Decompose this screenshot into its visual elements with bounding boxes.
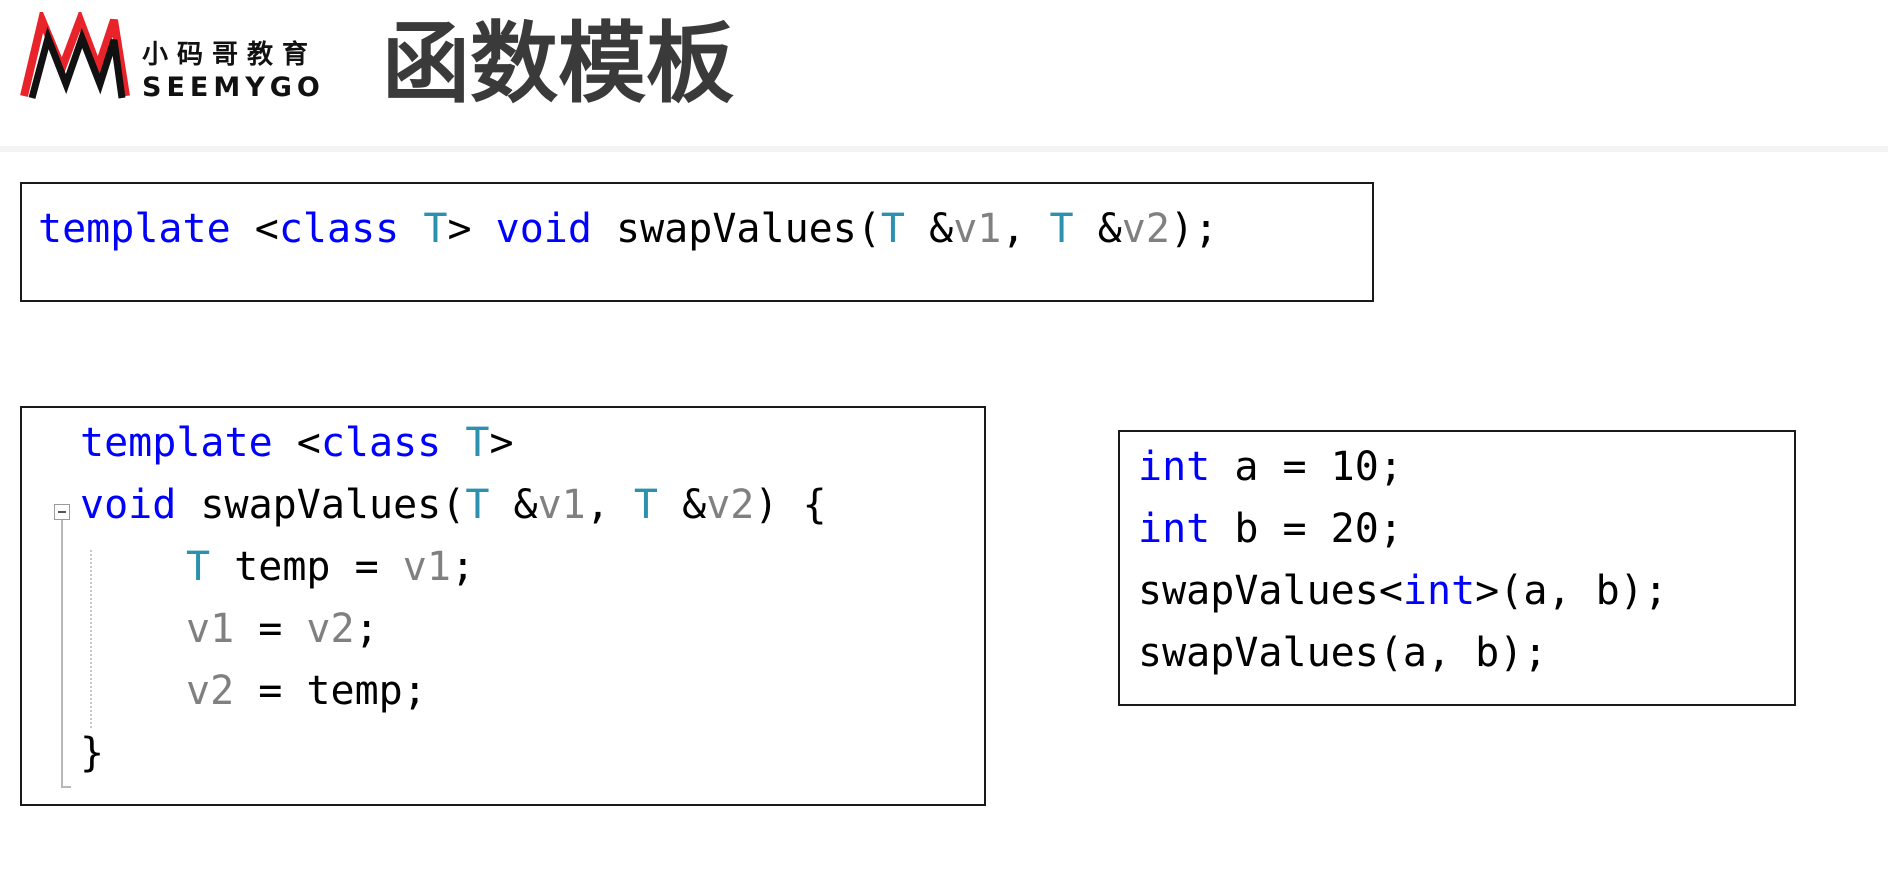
type-param: T bbox=[633, 482, 659, 528]
code-line: v1 = v2; bbox=[186, 604, 379, 654]
function-call: swapValues(a, b); bbox=[1138, 630, 1548, 676]
header: 小码哥教育 SEEMYGO 函数模板 bbox=[0, 0, 1888, 152]
code-line: template <class T> void swapValues(T &v1… bbox=[38, 204, 1218, 254]
code-text: < bbox=[272, 420, 321, 466]
function-call: swapValues< bbox=[1138, 568, 1403, 614]
param-name: v1 bbox=[186, 606, 235, 652]
definition-code-box: template <class T> void swapValues(T &v1… bbox=[20, 406, 986, 806]
header-divider bbox=[0, 146, 1888, 152]
type-param: T bbox=[880, 206, 906, 252]
code-text: = bbox=[234, 606, 307, 652]
code-line: swapValues<int>(a, b); bbox=[1138, 566, 1668, 616]
code-line: int b = 20; bbox=[1138, 504, 1403, 554]
fold-guide-line bbox=[61, 520, 63, 788]
code-line: T temp = v1; bbox=[186, 542, 475, 592]
type-param: T bbox=[465, 420, 490, 466]
code-text: > bbox=[489, 420, 514, 466]
keyword-template: template bbox=[38, 206, 231, 252]
param-name: v2 bbox=[186, 668, 235, 714]
code-text: b = 20; bbox=[1210, 506, 1403, 552]
logo-english-text: SEEMYGO bbox=[142, 72, 325, 103]
keyword-class: class bbox=[320, 420, 442, 466]
code-line: template <class T> bbox=[80, 418, 514, 468]
code-text: & bbox=[658, 482, 707, 528]
fold-guide-end bbox=[61, 786, 71, 788]
code-text: ) { bbox=[754, 482, 827, 528]
keyword-void: void bbox=[495, 206, 592, 252]
keyword-template: template bbox=[80, 420, 273, 466]
code-text: < bbox=[230, 206, 279, 252]
usage-code-box: int a = 10; int b = 20; swapValues<int>(… bbox=[1118, 430, 1796, 706]
code-text: & bbox=[1073, 206, 1122, 252]
param-name: v2 bbox=[706, 482, 755, 528]
code-text: ); bbox=[1169, 206, 1219, 252]
logo-chinese-text: 小码哥教育 bbox=[142, 40, 318, 70]
code-line: swapValues(a, b); bbox=[1138, 628, 1547, 678]
keyword-int: int bbox=[1402, 568, 1476, 614]
seemygo-logo: 小码哥教育 SEEMYGO bbox=[18, 12, 338, 104]
keyword-int: int bbox=[1138, 444, 1211, 490]
code-text: ; bbox=[354, 606, 379, 652]
type-param: T bbox=[465, 482, 490, 528]
closing-brace: } bbox=[80, 730, 105, 776]
code-text: , bbox=[1001, 206, 1050, 252]
indent-guide bbox=[90, 550, 92, 728]
code-text: >(a, b); bbox=[1475, 568, 1668, 614]
code-text: , bbox=[585, 482, 634, 528]
keyword-int: int bbox=[1138, 506, 1211, 552]
keyword-class: class bbox=[278, 206, 400, 252]
code-text: a = 10; bbox=[1210, 444, 1403, 490]
code-line: int a = 10; bbox=[1138, 442, 1403, 492]
function-name: swapValues( bbox=[591, 206, 881, 252]
code-text: = temp; bbox=[234, 668, 427, 714]
declaration-code-box: template <class T> void swapValues(T &v1… bbox=[20, 182, 1374, 302]
param-name: v1 bbox=[953, 206, 1002, 252]
code-text: & bbox=[489, 482, 538, 528]
code-line: } bbox=[80, 728, 104, 778]
code-line: void swapValues(T &v1, T &v2) { bbox=[80, 480, 827, 530]
code-text: ; bbox=[450, 544, 476, 590]
param-name: v2 bbox=[306, 606, 355, 652]
logo-m-icon bbox=[20, 12, 130, 99]
code-text: > bbox=[447, 206, 496, 252]
code-line: v2 = temp; bbox=[186, 666, 427, 716]
page-title: 函数模板 bbox=[382, 12, 735, 115]
type-param: T bbox=[423, 206, 448, 252]
param-name: v1 bbox=[537, 482, 586, 528]
code-text: temp = bbox=[210, 544, 403, 590]
function-name: swapValues( bbox=[176, 482, 466, 528]
collapse-toggle-icon[interactable] bbox=[54, 504, 70, 520]
code-text: & bbox=[905, 206, 954, 252]
param-name: v1 bbox=[402, 544, 451, 590]
type-param: T bbox=[1049, 206, 1074, 252]
type-param: T bbox=[186, 544, 211, 590]
param-name: v2 bbox=[1121, 206, 1170, 252]
keyword-void: void bbox=[80, 482, 177, 528]
